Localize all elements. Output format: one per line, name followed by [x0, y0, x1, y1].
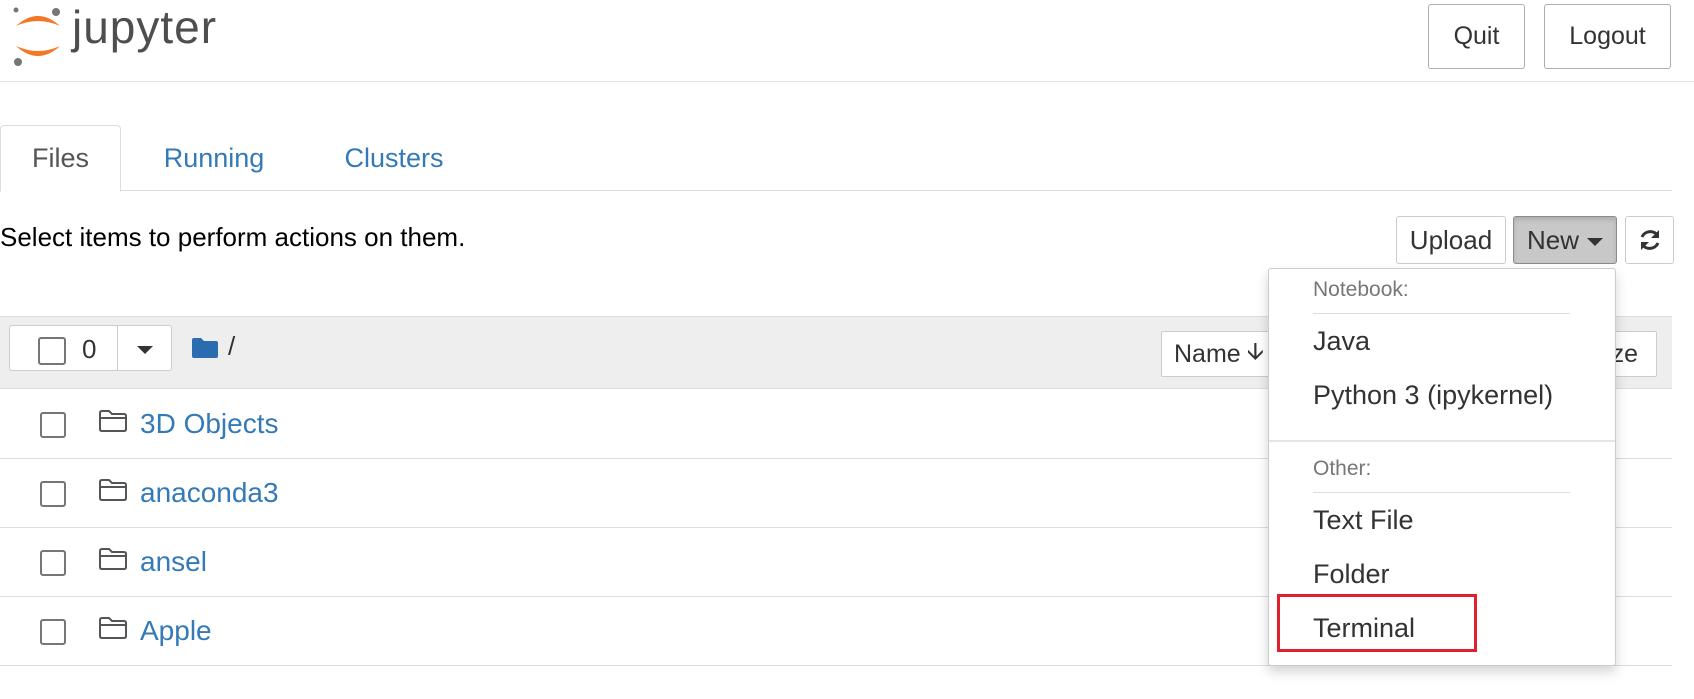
tab-files[interactable]: Files [0, 125, 121, 192]
caret-down-icon [137, 346, 153, 354]
jupyter-logo[interactable] [10, 4, 66, 73]
tab-bar: Files Running Clusters [0, 125, 1672, 192]
menu-item-python3[interactable]: Python 3 (ipykernel) [1313, 380, 1553, 411]
menu-item-folder[interactable]: Folder [1313, 559, 1390, 590]
folder-icon[interactable] [191, 337, 219, 359]
new-button-label: New [1526, 224, 1579, 255]
select-all-group: 0 [9, 325, 172, 371]
divider [1313, 492, 1570, 493]
file-link[interactable]: Apple [140, 615, 212, 647]
select-all-checkbox[interactable] [38, 337, 66, 365]
sort-name-button[interactable]: Name 🡫 [1161, 331, 1281, 377]
menu-item-text-file[interactable]: Text File [1313, 505, 1414, 536]
folder-icon [98, 547, 128, 576]
header: jupyter Quit Logout [0, 0, 1694, 82]
logout-button[interactable]: Logout [1544, 4, 1671, 69]
menu-header-notebook: Notebook: [1313, 278, 1409, 301]
upload-button[interactable]: Upload [1396, 216, 1506, 264]
logo-text: jupyter [72, 1, 218, 53]
file-link[interactable]: anaconda3 [140, 477, 279, 509]
folder-icon [98, 616, 128, 645]
sort-name-label: Name [1174, 339, 1241, 368]
caret-down-icon [1587, 238, 1603, 246]
select-menu-dropdown[interactable] [118, 326, 172, 370]
file-link[interactable]: 3D Objects [140, 408, 279, 440]
divider [1269, 440, 1615, 442]
row-checkbox[interactable] [40, 550, 66, 576]
tab-running[interactable]: Running [150, 125, 278, 191]
new-dropdown-menu: Notebook: Java Python 3 (ipykernel) Othe… [1268, 268, 1616, 666]
selected-count: 0 [82, 334, 97, 364]
row-checkbox[interactable] [40, 619, 66, 645]
row-checkbox[interactable] [40, 412, 66, 438]
refresh-button[interactable] [1625, 216, 1674, 264]
tab-clusters[interactable]: Clusters [330, 125, 458, 191]
menu-item-java[interactable]: Java [1313, 326, 1370, 357]
refresh-icon [1640, 230, 1659, 250]
quit-button[interactable]: Quit [1428, 4, 1525, 69]
selection-hint: Select items to perform actions on them. [0, 222, 466, 252]
divider [1313, 313, 1570, 314]
new-dropdown-button[interactable]: New [1513, 216, 1617, 264]
breadcrumb-root[interactable]: / [228, 331, 235, 362]
folder-icon [98, 478, 128, 507]
file-link[interactable]: ansel [140, 546, 207, 578]
row-checkbox[interactable] [40, 481, 66, 507]
folder-icon [98, 409, 128, 438]
menu-header-other: Other: [1313, 457, 1372, 480]
menu-item-terminal[interactable]: Terminal [1313, 613, 1415, 644]
arrow-down-icon: 🡫 [1246, 337, 1264, 365]
